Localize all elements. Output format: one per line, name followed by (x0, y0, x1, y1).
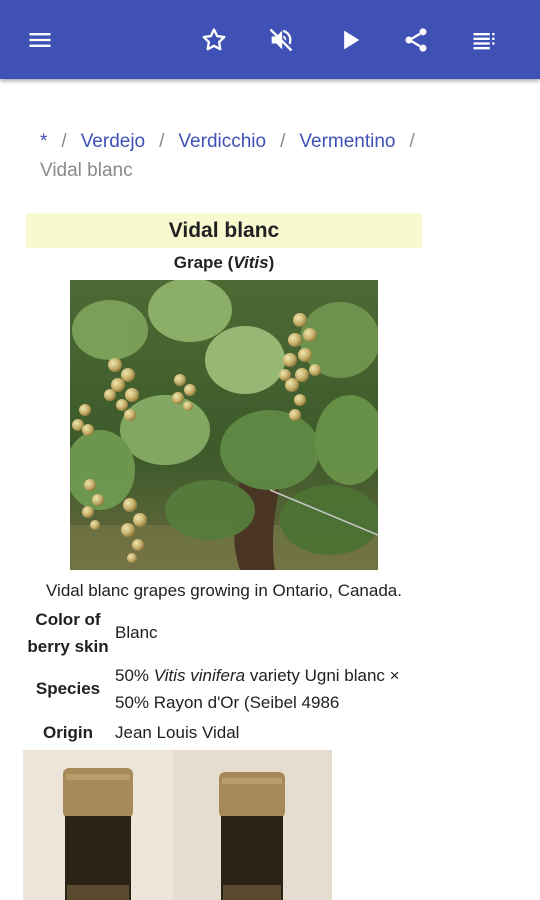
breadcrumb-separator: / (280, 131, 286, 152)
row-value: 50% Vitis vinifera variety Ugni blanc × … (115, 662, 435, 716)
species-prefix: 50% (115, 666, 154, 685)
infobox-row-color: Color of berry skin Blanc (26, 606, 436, 660)
row-value: Jean Louis Vidal (115, 723, 240, 742)
species-italic: Vitis vinifera (153, 666, 246, 685)
subtitle-prefix: Grape ( (173, 253, 234, 272)
grape-vine-photo[interactable] (70, 280, 378, 570)
breadcrumb-separator: / (61, 131, 67, 152)
wine-bottles-photo[interactable] (23, 750, 332, 900)
row-label: Origin (42, 723, 94, 742)
breadcrumb-item-verdicchio[interactable]: Verdicchio (178, 131, 266, 152)
menu-icon[interactable] (22, 22, 58, 58)
breadcrumb-separator: / (409, 131, 415, 152)
list-icon[interactable] (466, 22, 502, 58)
infobox-row-origin: Origin Jean Louis Vidal (26, 719, 436, 746)
subtitle-suffix: ) (268, 253, 275, 272)
share-icon[interactable] (398, 22, 434, 58)
star-icon[interactable] (196, 22, 232, 58)
infobox-title: Vidal blanc (26, 213, 422, 248)
breadcrumb: * / Verdejo / Verdicchio / Vermentino / Vidal b… (40, 127, 510, 185)
breadcrumb-current: Vidal blanc (40, 160, 133, 181)
breadcrumb-separator: / (159, 131, 165, 152)
infobox-subtitle: Grape (Vitis) (26, 252, 422, 274)
row-value: Blanc (115, 623, 158, 642)
subtitle-genus: Vitis (233, 253, 269, 272)
row-label: Species (35, 679, 101, 698)
app-toolbar (0, 0, 540, 79)
infobox-row-species: Species 50% Vitis vinifera variety Ugni … (26, 662, 436, 716)
breadcrumb-item-verdejo[interactable]: Verdejo (81, 131, 145, 152)
play-icon[interactable] (332, 22, 368, 58)
breadcrumb-item-home[interactable]: * (40, 131, 47, 152)
volume-off-icon[interactable] (263, 22, 299, 58)
breadcrumb-item-vermentino[interactable]: Vermentino (299, 131, 395, 152)
row-label: Color of berry skin (27, 610, 109, 656)
photo-caption: Vidal blanc grapes growing in Ontario, C… (46, 581, 402, 600)
